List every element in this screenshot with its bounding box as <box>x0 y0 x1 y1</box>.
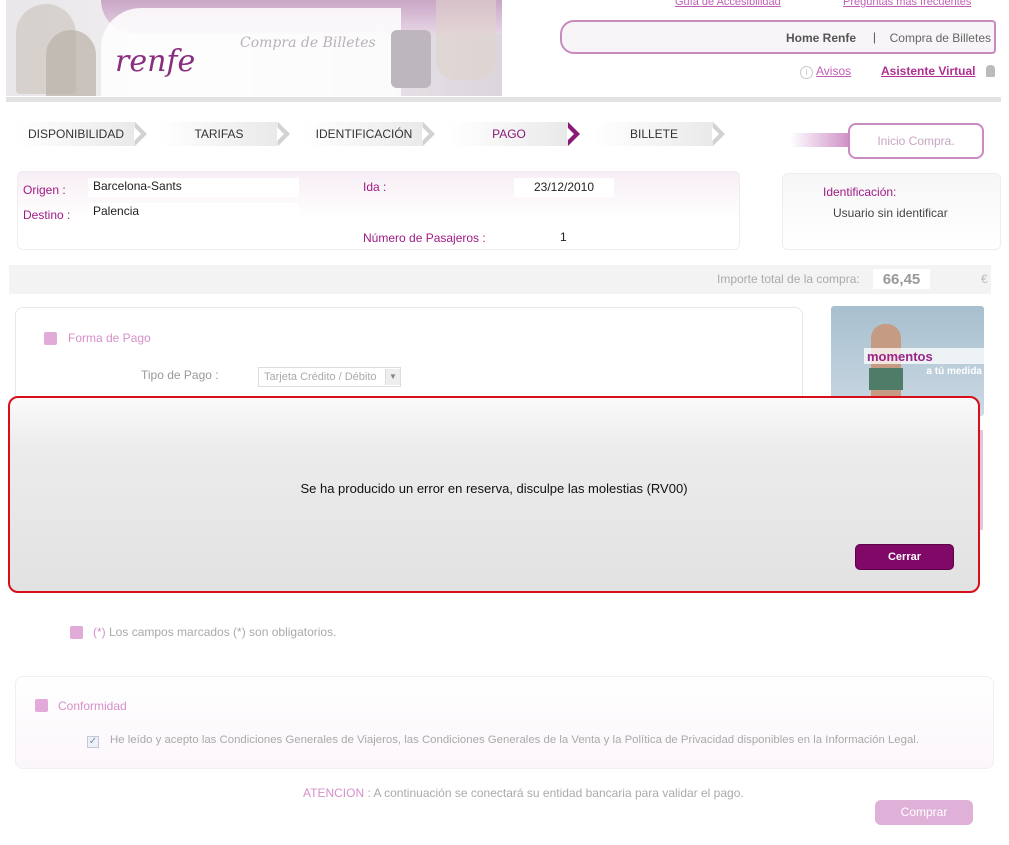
faq-link[interactable]: Preguntas más frecuentes <box>843 0 971 8</box>
atencion-note: ATENCION : A continuación se conectará s… <box>303 786 744 800</box>
section-bullet-icon <box>35 699 48 712</box>
avisos-link[interactable]: i Avisos <box>800 64 851 79</box>
step-pago: PAGO <box>450 122 580 146</box>
toolbar-separator: | <box>872 30 876 44</box>
importe-value: 66,45 <box>873 269 930 289</box>
arrow-right-icon <box>567 122 580 146</box>
conformidad-box <box>15 676 994 769</box>
step-disponibilidad: DISPONIBILIDAD <box>17 122 147 146</box>
promo-subtitle: a tú medida <box>926 366 982 377</box>
chevron-down-icon: ▼ <box>385 369 400 385</box>
pasajeros-label: Número de Pasajeros : <box>363 231 486 245</box>
origen-value: Barcelona-Sants <box>88 178 299 197</box>
identificacion-value: Usuario sin identificar <box>833 206 948 220</box>
ida-label: Ida : <box>363 180 387 194</box>
renfe-logo[interactable]: renfe <box>115 44 195 79</box>
step-identificacion: IDENTIFICACIÓN <box>305 122 435 146</box>
banner-title: Compra de Billetes <box>240 35 376 51</box>
luggage-image <box>391 30 431 88</box>
inicio-compra-button[interactable]: Inicio Compra. <box>848 123 984 159</box>
promo-title: momentos <box>864 348 984 364</box>
child-shorts <box>869 368 903 390</box>
arrow-right-icon <box>277 122 290 146</box>
destino-value: Palencia <box>88 203 299 222</box>
section-bullet-icon <box>44 332 57 345</box>
step-label: PAGO <box>492 127 526 141</box>
origen-label: Origen : <box>23 183 66 197</box>
accept-checkbox[interactable]: ✓ <box>87 736 99 748</box>
step-label: TARIFAS <box>194 127 244 141</box>
asistente-virtual-link[interactable]: Asistente Virtual <box>881 64 975 78</box>
forma-pago-box <box>15 307 803 404</box>
pasajeros-value: 1 <box>560 230 567 244</box>
atencion-text: A continuación se conectará su entidad b… <box>370 786 744 800</box>
error-message: Se ha producido un error en reserva, dis… <box>300 481 688 496</box>
step-billete: BILLETE <box>595 122 725 146</box>
tipo-pago-select[interactable]: Tarjeta Crédito / Débito ▼ <box>258 367 401 387</box>
step-label: IDENTIFICACIÓN <box>315 127 413 141</box>
tipo-pago-label: Tipo de Pago : <box>141 368 219 382</box>
ida-value: 23/12/2010 <box>514 178 614 197</box>
accept-text: He leído y acepto las Condiciones Genera… <box>110 734 920 746</box>
step-tarifas: TARIFAS <box>160 122 290 146</box>
header-divider <box>6 97 1001 102</box>
tipo-pago-value: Tarjeta Crédito / Débito <box>264 371 377 383</box>
home-renfe-link[interactable]: Home Renfe <box>786 31 856 45</box>
conformidad-title: Conformidad <box>58 699 127 713</box>
arrow-right-icon <box>422 122 435 146</box>
arrow-right-icon <box>712 122 725 146</box>
section-bullet-icon <box>70 626 83 639</box>
compra-billetes-link[interactable]: Compra de Billetes <box>890 31 991 45</box>
step-label: BILLETE <box>629 127 679 141</box>
child-image <box>871 324 901 404</box>
required-text: Los campos marcados (*) son obligatorios… <box>105 625 337 639</box>
destino-label: Destino : <box>23 208 71 222</box>
person-icon <box>986 65 995 77</box>
required-fields-note: (*) Los campos marcados (*) son obligato… <box>93 625 336 639</box>
error-dialog: Se ha producido un error en reserva, dis… <box>8 396 980 593</box>
info-icon: i <box>800 66 813 79</box>
arrow-right-icon <box>134 122 147 146</box>
forma-pago-title: Forma de Pago <box>68 331 151 345</box>
asterisk: (*) <box>93 625 106 639</box>
step-label: DISPONIBILIDAD <box>27 127 125 141</box>
currency-symbol: € <box>981 272 988 286</box>
avisos-label: Avisos <box>816 64 852 78</box>
top-toolbar: Home Renfe | Compra de Billetes <box>560 20 996 54</box>
accessibility-link[interactable]: Guía de Accesibilidad <box>675 0 781 8</box>
comprar-button[interactable]: Comprar <box>875 800 973 825</box>
importe-label: Importe total de la compra: <box>717 272 860 286</box>
atencion-label: ATENCION : <box>303 786 371 800</box>
cerrar-button[interactable]: Cerrar <box>855 544 954 570</box>
identificacion-label: Identificación: <box>823 185 897 199</box>
